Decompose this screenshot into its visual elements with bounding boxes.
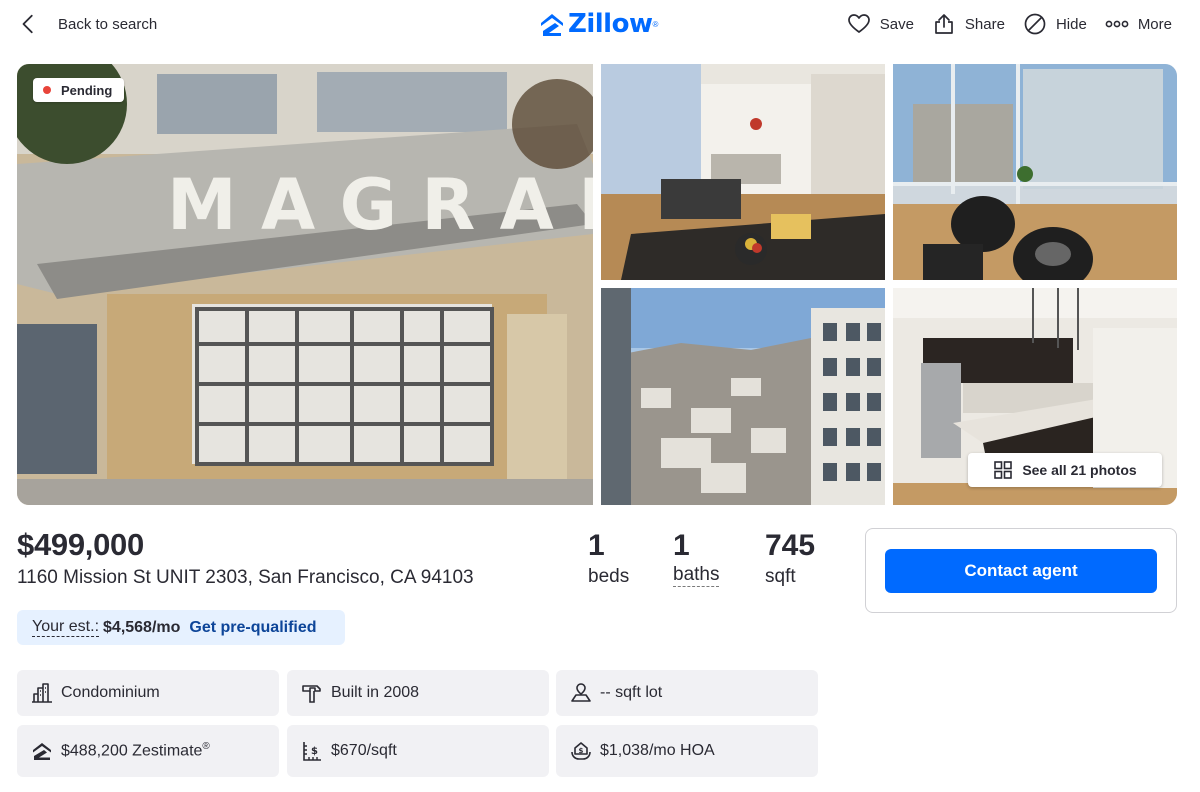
hide-icon bbox=[1024, 13, 1046, 35]
beds-label: beds bbox=[588, 566, 630, 587]
fact-property-type: Condominium bbox=[17, 670, 279, 716]
listing-address: 1160 Mission St UNIT 2303, San Francisco… bbox=[17, 567, 474, 588]
top-bar: Back to search Zillow ® Save Share Hide M… bbox=[0, 0, 1200, 50]
estimate-label[interactable]: Your est.: bbox=[32, 618, 100, 637]
save-label: Save bbox=[879, 15, 914, 33]
contact-card: Contact agent bbox=[865, 528, 1177, 613]
get-pre-qualified-link[interactable]: Get pre-qualified bbox=[189, 619, 316, 637]
lot-size-value: -- sqft lot bbox=[600, 684, 663, 701]
kitchen-photo[interactable]: See all 21 photos bbox=[893, 288, 1177, 505]
fact-zestimate[interactable]: $488,200 Zestimate® bbox=[17, 725, 279, 777]
year-built-value: Built in 2008 bbox=[331, 684, 420, 701]
zillow-house-icon bbox=[541, 14, 563, 36]
pending-status-dot bbox=[43, 86, 51, 94]
fact-lot-size: -- sqft lot bbox=[556, 670, 818, 716]
hide-button[interactable]: Hide bbox=[1023, 12, 1087, 36]
fact-hoa: $ $1,038/mo HOA bbox=[556, 725, 818, 777]
save-button[interactable]: Save bbox=[847, 12, 914, 36]
status-badge: Pending bbox=[33, 78, 125, 102]
zillow-registered-mark: ® bbox=[652, 19, 659, 29]
zestimate-icon bbox=[33, 743, 51, 760]
living-room-image bbox=[601, 64, 885, 280]
beds-stat: 1 beds bbox=[588, 528, 673, 590]
see-all-photos-label: See all 21 photos bbox=[1022, 462, 1137, 478]
window-chairs-image bbox=[893, 64, 1177, 280]
beds-count: 1 bbox=[588, 529, 605, 562]
zillow-logo[interactable]: Zillow ® bbox=[538, 9, 658, 39]
more-icon bbox=[1105, 20, 1129, 28]
zestimate-registered-mark: ® bbox=[202, 741, 210, 753]
hide-label: Hide bbox=[1055, 15, 1087, 33]
zestimate-value: $488,200 Zestimate® bbox=[61, 741, 210, 760]
see-all-photos-button[interactable]: See all 21 photos bbox=[968, 453, 1162, 487]
svg-text:M A G R A N D: M A G R A N D bbox=[167, 164, 593, 246]
zestimate-text: $488,200 Zestimate bbox=[61, 742, 203, 760]
status-badge-label: Pending bbox=[61, 82, 113, 98]
fact-year-built: Built in 2008 bbox=[287, 670, 549, 716]
chevron-left-icon bbox=[22, 14, 33, 34]
svg-text:$: $ bbox=[311, 746, 318, 757]
hoa-value: $1,038/mo HOA bbox=[600, 742, 715, 759]
fact-price-per-sqft: $ $670/sqft bbox=[287, 725, 549, 777]
ruler-dollar-icon: $ bbox=[303, 742, 321, 761]
share-icon bbox=[935, 14, 953, 34]
more-button[interactable]: More bbox=[1105, 12, 1172, 36]
grid-icon bbox=[994, 461, 1013, 479]
hoa-icon: $ bbox=[571, 742, 591, 760]
baths-stat[interactable]: 1 baths bbox=[673, 528, 765, 590]
baths-label[interactable]: baths bbox=[673, 564, 720, 587]
listing-stats: 1 beds 1 baths 745 sqft bbox=[588, 528, 845, 590]
back-to-search-link[interactable]: Back to search bbox=[18, 10, 157, 38]
baths-count: 1 bbox=[673, 529, 690, 562]
listing-price: $499,000 bbox=[17, 527, 144, 562]
property-type-value: Condominium bbox=[61, 684, 160, 701]
sqft-label: sqft bbox=[765, 566, 796, 587]
photo-gallery: M A G R A N D Pending bbox=[17, 64, 1177, 505]
estimate-value: $4,568/mo bbox=[103, 618, 181, 636]
sqft-stat: 745 sqft bbox=[765, 528, 845, 590]
hammer-icon bbox=[302, 685, 321, 703]
living-room-photo[interactable] bbox=[601, 64, 885, 280]
city-view-image bbox=[601, 288, 885, 505]
share-button[interactable]: Share bbox=[932, 12, 1005, 36]
city-view-photo[interactable] bbox=[601, 288, 885, 505]
back-to-search-label: Back to search bbox=[58, 15, 158, 33]
contact-agent-button[interactable]: Contact agent bbox=[885, 549, 1157, 593]
building-entrance-image: M A G R A N D bbox=[17, 64, 593, 505]
heart-icon bbox=[847, 14, 870, 33]
building-icon bbox=[32, 683, 52, 703]
share-label: Share bbox=[964, 15, 1005, 33]
svg-text:$: $ bbox=[579, 747, 584, 755]
price-per-sqft-value: $670/sqft bbox=[331, 742, 397, 759]
lot-icon bbox=[571, 683, 591, 702]
window-chairs-photo[interactable] bbox=[893, 64, 1177, 280]
more-label: More bbox=[1137, 15, 1172, 33]
building-entrance-photo[interactable]: M A G R A N D Pending bbox=[17, 64, 593, 505]
payment-estimate: Your est.: $4,568/mo Get pre-qualified bbox=[17, 610, 345, 645]
zillow-wordmark: Zillow bbox=[568, 9, 653, 39]
listing-actions: Save Share Hide More bbox=[829, 12, 1172, 36]
sqft-count: 745 bbox=[765, 529, 816, 562]
